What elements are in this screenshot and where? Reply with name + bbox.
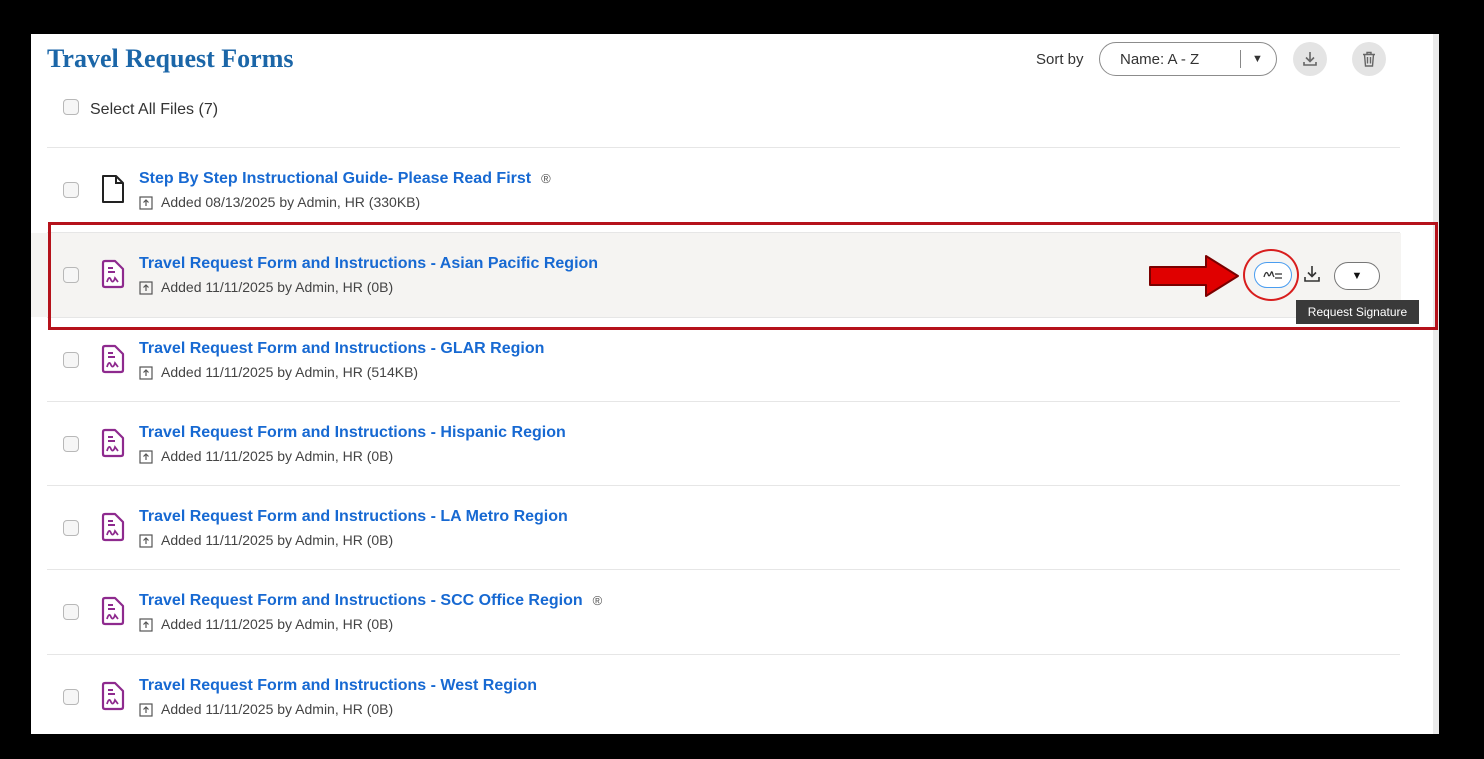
sort-separator <box>1240 50 1241 68</box>
user-circle-icon: ® <box>592 593 603 608</box>
download-icon <box>1303 52 1317 66</box>
document-icon <box>101 174 125 209</box>
file-checkbox[interactable] <box>63 520 79 536</box>
file-name-link[interactable]: Travel Request Form and Instructions - S… <box>139 592 602 610</box>
tooltip: Request Signature <box>1296 300 1419 324</box>
file-row: Travel Request Form and Instructions - S… <box>31 570 1401 654</box>
sort-value: Name: A - Z <box>1120 51 1200 68</box>
file-meta: Added 08/13/2025 by Admin, HR (330KB) <box>139 194 420 210</box>
file-checkbox[interactable] <box>63 689 79 705</box>
arrow-right-icon <box>1149 255 1239 297</box>
file-name-link[interactable]: Step By Step Instructional Guide- Please… <box>139 170 551 188</box>
sort-select[interactable]: Name: A - Z ▼ <box>1099 42 1277 76</box>
select-all-label: Select All Files (7) <box>90 101 219 118</box>
file-row: Travel Request Form and Instructions - H… <box>31 402 1401 486</box>
signable-form-icon <box>101 512 125 547</box>
signature-callout-circle <box>1243 249 1299 301</box>
row-actions-menu-button[interactable]: ▼ <box>1334 262 1380 290</box>
file-list-panel: Travel Request Forms Sort by Name: A - Z… <box>31 34 1439 734</box>
user-circle-icon: ® <box>541 171 551 186</box>
sort-label: Sort by <box>1036 51 1084 68</box>
file-name-link[interactable]: Travel Request Form and Instructions - H… <box>139 424 566 442</box>
page-title: Travel Request Forms <box>47 44 294 73</box>
chevron-down-icon: ▼ <box>1252 53 1263 65</box>
file-row: Travel Request Form and Instructions - L… <box>31 486 1401 570</box>
file-meta: Added 11/11/2025 by Admin, HR (514KB) <box>139 364 418 380</box>
signable-form-icon <box>101 681 125 716</box>
download-icon[interactable] <box>1302 264 1322 284</box>
upload-icon <box>139 618 153 632</box>
file-checkbox[interactable] <box>63 352 79 368</box>
file-name-link[interactable]: Travel Request Form and Instructions - L… <box>139 508 568 526</box>
file-row: Travel Request Form and Instructions - G… <box>31 318 1401 402</box>
file-meta: Added 11/11/2025 by Admin, HR (0B) <box>139 532 393 548</box>
signable-form-icon <box>101 428 125 463</box>
file-meta: Added 11/11/2025 by Admin, HR (0B) <box>139 616 393 632</box>
select-all-checkbox[interactable] <box>63 99 79 115</box>
file-checkbox[interactable] <box>63 182 79 198</box>
signable-form-icon <box>101 596 125 631</box>
file-checkbox[interactable] <box>63 436 79 452</box>
scrollbar[interactable] <box>1433 34 1439 734</box>
signable-form-icon <box>101 344 125 379</box>
upload-icon <box>139 366 153 380</box>
file-row: Travel Request Form and Instructions - W… <box>31 655 1401 734</box>
upload-icon <box>139 534 153 548</box>
file-name-link[interactable]: Travel Request Form and Instructions - W… <box>139 677 537 695</box>
download-selected-button[interactable] <box>1293 42 1327 76</box>
file-row: Step By Step Instructional Guide- Please… <box>31 148 1401 232</box>
file-checkbox[interactable] <box>63 604 79 620</box>
delete-selected-button[interactable] <box>1352 42 1386 76</box>
upload-icon <box>139 450 153 464</box>
file-meta: Added 11/11/2025 by Admin, HR (0B) <box>139 448 393 464</box>
upload-icon <box>139 703 153 717</box>
upload-icon <box>139 196 153 210</box>
file-name-link[interactable]: Travel Request Form and Instructions - G… <box>139 340 544 358</box>
trash-icon <box>1363 51 1375 67</box>
file-meta: Added 11/11/2025 by Admin, HR (0B) <box>139 701 393 717</box>
